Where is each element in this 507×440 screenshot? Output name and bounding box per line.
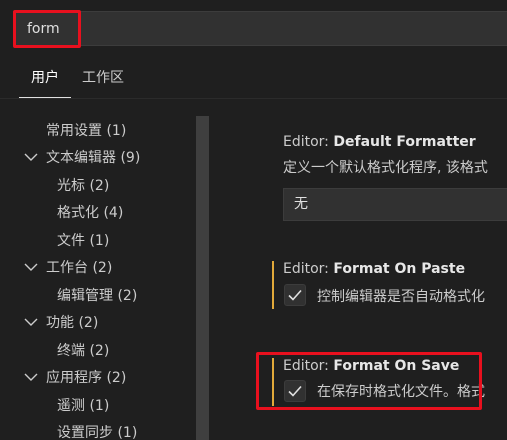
toc-item-label: 遥测 (1): [57, 398, 110, 414]
setting-format-on-paste-title: Editor: Format On Paste: [283, 261, 465, 277]
toc-item-formatting[interactable]: 格式化 (4): [57, 200, 123, 226]
settings-editor: 用户 工作区 常用设置 (1) 文本编辑器 (9) 光标 (2) 格式化 (4)…: [0, 0, 507, 440]
default-formatter-select[interactable]: 无: [283, 188, 507, 221]
settings-toc: 常用设置 (1) 文本编辑器 (9) 光标 (2) 格式化 (4) 文件 (1)…: [0, 112, 196, 440]
settings-tabs: 用户 工作区: [0, 62, 507, 98]
toc-item-editor-management[interactable]: 编辑管理 (2): [57, 283, 137, 309]
modified-indicator: [272, 261, 274, 309]
toc-item-label: 文件 (1): [57, 233, 110, 249]
toc-item-label: 工作台 (2): [46, 260, 113, 276]
toc-item-label: 编辑管理 (2): [57, 288, 138, 304]
toc-item-text-editor[interactable]: 文本编辑器 (9): [46, 145, 140, 171]
chevron-down-icon[interactable]: [24, 145, 38, 171]
select-value: 无: [294, 196, 308, 212]
chevron-down-icon[interactable]: [24, 310, 38, 336]
setting-category: Editor:: [283, 261, 334, 277]
setting-name: Format On Paste: [333, 261, 466, 277]
toc-item-common[interactable]: 常用设置 (1): [46, 118, 126, 144]
toc-item-label: 功能 (2): [46, 315, 99, 331]
setting-default-formatter-title: Editor: Default Formatter: [283, 134, 476, 150]
toc-item-label: 设置同步 (1): [57, 425, 138, 440]
toc-item-label: 光标 (2): [57, 178, 110, 194]
chevron-down-icon[interactable]: [24, 255, 38, 281]
check-icon: [288, 289, 302, 301]
tab-workspace[interactable]: 工作区: [82, 62, 124, 98]
tabs-divider: [0, 98, 507, 99]
toc-item-label: 格式化 (4): [57, 205, 124, 221]
toc-item-settings-sync[interactable]: 设置同步 (1): [57, 420, 137, 440]
setting-name: Default Formatter: [333, 134, 476, 150]
format-on-save-highlight-annotation: [256, 352, 482, 410]
format-on-paste-checkbox[interactable]: [284, 284, 306, 306]
search-highlight-annotation: [13, 10, 81, 48]
toc-item-label: 终端 (2): [57, 343, 110, 359]
toc-item-telemetry[interactable]: 遥测 (1): [57, 393, 109, 419]
toc-item-files[interactable]: 文件 (1): [57, 228, 109, 254]
setting-format-on-paste-description: 控制编辑器是否自动格式化: [317, 289, 485, 305]
toc-item-label: 常用设置 (1): [46, 123, 127, 139]
toc-scrollbar[interactable]: [196, 116, 209, 440]
setting-default-formatter-description: 定义一个默认格式化程序, 该格式: [283, 160, 488, 176]
setting-category: Editor:: [283, 134, 334, 150]
tab-user[interactable]: 用户: [19, 62, 71, 98]
toc-item-label: 文本编辑器 (9): [46, 150, 141, 166]
toc-item-workbench[interactable]: 工作台 (2): [46, 255, 112, 281]
toc-item-features[interactable]: 功能 (2): [46, 310, 98, 336]
toc-item-terminal[interactable]: 终端 (2): [57, 338, 109, 364]
toc-item-cursor[interactable]: 光标 (2): [57, 173, 109, 199]
toc-item-label: 应用程序 (2): [46, 370, 127, 386]
tab-workspace-label: 工作区: [82, 70, 124, 86]
chevron-down-icon[interactable]: [24, 365, 38, 391]
toc-item-application[interactable]: 应用程序 (2): [46, 365, 126, 391]
tab-user-label: 用户: [31, 70, 59, 86]
